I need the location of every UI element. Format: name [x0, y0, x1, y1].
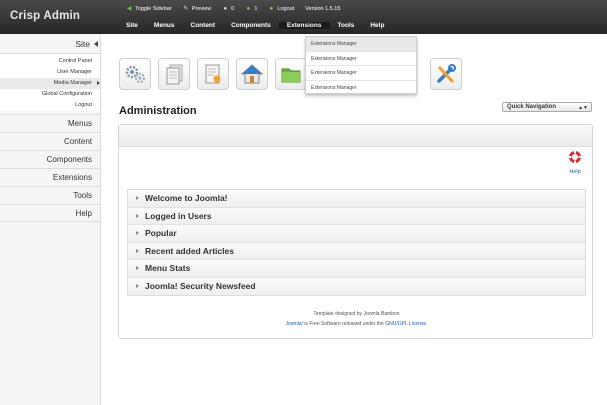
document-edit-icon: [205, 64, 221, 84]
brand-logo: Crisp Admin: [10, 10, 81, 22]
joomla-link[interactable]: Joomla!: [285, 321, 303, 327]
quick-icon-gears[interactable]: [119, 58, 151, 90]
module-accordion: Welcome to Joomla! Logged in Users Popul…: [127, 189, 586, 296]
toggle-sidebar-link[interactable]: ◀ Toggle Sidebar: [126, 6, 172, 12]
quick-icon-document-edit[interactable]: [197, 58, 229, 90]
quick-icon-home[interactable]: [236, 58, 268, 90]
gpl-license-link[interactable]: GNU/GPL License: [385, 321, 426, 327]
users-online-count: 1: [254, 6, 258, 12]
nav-help[interactable]: Help: [362, 22, 392, 29]
preview-link[interactable]: ✎ Preview: [183, 6, 212, 12]
nav-tools[interactable]: Tools: [330, 22, 363, 29]
sidebar: Site Control Panel User Manager Media Ma…: [0, 34, 101, 405]
users-online-link[interactable]: ● 1: [245, 6, 258, 12]
dropdown-item-extensions-manager-4[interactable]: Extensions Manager: [306, 81, 416, 96]
active-arrow-icon: [97, 81, 100, 85]
module-label: Menu Stats: [145, 263, 191, 273]
quick-navigation-label: Quick Navigation: [507, 104, 557, 110]
collapse-arrow-icon: [94, 41, 98, 47]
lifebuoy-icon: [568, 150, 582, 164]
footer-credit: Template designed by Joomla Bamboo: [313, 311, 400, 317]
module-popular[interactable]: Popular: [128, 225, 585, 243]
sidebar-item-control-panel[interactable]: Control Panel: [0, 56, 100, 67]
sidebar-item-extensions[interactable]: Extensions: [0, 168, 100, 186]
messages-link[interactable]: ● 0: [222, 6, 234, 12]
nav-extensions[interactable]: Extensions: [278, 22, 330, 29]
sidebar-item-media-manager[interactable]: Media Manager: [0, 78, 100, 89]
expand-arrow-icon: [136, 266, 139, 270]
module-logged-in-users[interactable]: Logged in Users: [128, 207, 585, 225]
sidebar-item-help[interactable]: Help: [0, 204, 100, 222]
footer-license: Joomla! is Free Software released under …: [119, 321, 594, 327]
dropdown-item-extensions-manager-2[interactable]: Extensions Manager: [306, 52, 416, 66]
version-text: Version 1.5.15: [305, 6, 340, 12]
expand-arrow-icon: [136, 283, 139, 288]
expand-arrow-icon: [136, 231, 139, 235]
dropdown-item-extensions-manager[interactable]: Extensions Manager: [306, 37, 416, 52]
expand-arrow-icon: [136, 248, 139, 253]
sidebar-item-logout[interactable]: Logout: [0, 100, 100, 111]
sidebar-heading-label: Site: [75, 39, 90, 49]
footer-end-text: .: [426, 321, 428, 327]
quick-icon-tools[interactable]: [430, 58, 462, 90]
sidebar-item-user-manager[interactable]: User Manager: [0, 67, 100, 78]
expand-arrow-icon: [136, 213, 139, 218]
messages-count: 0: [231, 6, 235, 12]
sidebar-subitems: Control Panel User Manager Media Manager…: [0, 54, 100, 111]
quick-icons: [119, 58, 462, 90]
dropdown-item-extensions-manager-3[interactable]: Extensions Manager: [306, 66, 416, 81]
nav-components[interactable]: Components: [223, 22, 279, 29]
nav-menus[interactable]: Menus: [146, 22, 183, 29]
preview-label: Preview: [191, 6, 212, 12]
toggle-sidebar-label: Toggle Sidebar: [135, 6, 172, 12]
logout-label: Logout: [277, 6, 295, 12]
quick-icon-folder[interactable]: [275, 58, 307, 90]
footer-middle-text: is Free Software released under the: [302, 321, 386, 327]
version-label: Version 1.5.15: [305, 6, 341, 12]
module-label: Welcome to Joomla!: [145, 193, 228, 203]
toggle-sidebar-icon: ◀: [126, 6, 132, 12]
articles-icon: [166, 64, 183, 85]
tools-icon: [437, 64, 456, 83]
sidebar-item-tools[interactable]: Tools: [0, 186, 100, 204]
main-nav: Site Menus Content Components Extensions…: [118, 22, 392, 29]
logout-link[interactable]: ● Logout: [268, 6, 295, 12]
utility-bar: ◀ Toggle Sidebar ✎ Preview ● 0 ● 1 ● Log…: [126, 3, 351, 15]
module-label: Popular: [145, 228, 177, 238]
panel-toolbar: [119, 125, 592, 147]
help-label: Help: [569, 169, 581, 175]
logout-icon: ●: [269, 6, 274, 12]
quick-navigation-select[interactable]: Quick Navigation ▲▼: [502, 102, 592, 112]
module-label: Recent added Articles: [145, 245, 234, 256]
module-label: Joomla! Security Newsfeed: [145, 280, 256, 291]
sidebar-item-media-manager-label: Media Manager: [53, 80, 92, 86]
sidebar-item-components[interactable]: Components: [0, 150, 100, 168]
sidebar-heading-site[interactable]: Site: [0, 34, 100, 54]
module-welcome[interactable]: Welcome to Joomla!: [128, 190, 585, 208]
page-title: Administration: [119, 105, 197, 117]
module-label: Logged in Users: [145, 210, 212, 221]
module-security-newsfeed[interactable]: Joomla! Security Newsfeed: [128, 277, 585, 295]
quick-icon-articles[interactable]: [158, 58, 190, 90]
sidebar-item-menus[interactable]: Menus: [0, 114, 100, 132]
messages-icon: ●: [223, 6, 228, 12]
admin-panel: Help Welcome to Joomla! Logged in Users …: [118, 124, 593, 339]
select-caret-icon: ▲▼: [578, 105, 588, 111]
sidebar-item-content[interactable]: Content: [0, 132, 100, 150]
folder-icon: [281, 68, 301, 83]
extensions-dropdown: Extensions Manager Extensions Manager Ex…: [305, 36, 417, 94]
preview-icon: ✎: [183, 6, 189, 12]
expand-arrow-icon: [136, 196, 139, 200]
help-button[interactable]: Help: [566, 150, 584, 175]
users-online-icon: ●: [246, 6, 251, 12]
gears-icon: [125, 65, 145, 83]
module-menu-stats[interactable]: Menu Stats: [128, 260, 585, 278]
nav-content[interactable]: Content: [183, 22, 224, 29]
sidebar-item-global-configuration[interactable]: Global Configuration: [0, 89, 100, 100]
top-bar: Crisp Admin ◀ Toggle Sidebar ✎ Preview ●…: [0, 0, 607, 34]
module-recent-articles[interactable]: Recent added Articles: [128, 242, 585, 260]
nav-site[interactable]: Site: [118, 22, 146, 29]
home-icon: [240, 64, 264, 84]
